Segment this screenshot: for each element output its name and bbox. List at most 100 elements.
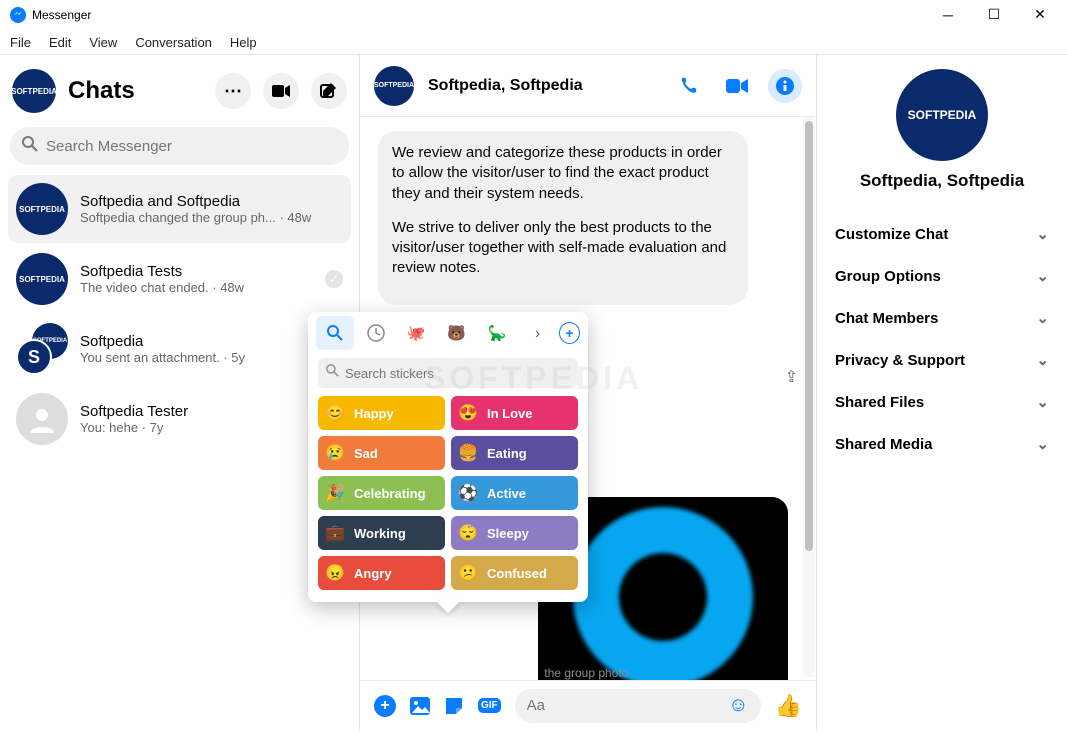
sticker-category[interactable]: 😕Confused — [451, 556, 578, 590]
new-message-button[interactable] — [311, 73, 347, 109]
search-input[interactable] — [46, 138, 337, 155]
photo-button[interactable] — [410, 697, 430, 715]
chat-name: Softpedia and Softpedia — [80, 193, 343, 210]
message-text: We strive to deliver only the best produ… — [392, 218, 734, 279]
add-attachment-button[interactable]: + — [374, 695, 396, 717]
chat-list: SOFTPEDIA Softpedia and Softpedia Softpe… — [8, 175, 351, 453]
chat-item[interactable]: SOFTPEDIA Softpedia Tests The video chat… — [8, 245, 351, 313]
conversation-info-button[interactable] — [768, 69, 802, 103]
sticker-search-input[interactable] — [345, 366, 570, 381]
profile-avatar[interactable]: SOFTPEDIA — [12, 69, 56, 113]
menu-bar: File Edit View Conversation Help — [0, 30, 1067, 54]
more-options-button[interactable]: ⋯ — [215, 73, 251, 109]
emoji-button[interactable]: ☺ — [728, 694, 748, 717]
sidebar: SOFTPEDIA Chats ⋯ SOFTPEDIA Softpedia an… — [0, 55, 360, 730]
sticker-category[interactable]: 😴Sleepy — [451, 516, 578, 550]
chevron-down-icon: ⌄ — [1036, 351, 1049, 369]
message-input-wrap[interactable]: ☺ — [515, 689, 761, 723]
chevron-down-icon: ⌄ — [1036, 267, 1049, 285]
sticker-category[interactable]: 😊Happy — [318, 396, 445, 430]
info-title: Softpedia, Softpedia — [860, 171, 1024, 191]
chat-avatar — [16, 393, 68, 445]
sticker-button[interactable] — [444, 696, 464, 716]
chevron-down-icon: ⌄ — [1036, 435, 1049, 453]
accordion-shared-files[interactable]: Shared Files⌄ — [823, 381, 1061, 423]
info-avatar: SOFTPEDIA — [896, 69, 988, 161]
chat-avatar: SOFTPEDIA — [16, 183, 68, 235]
messenger-icon — [10, 7, 26, 23]
chat-name: Softpedia Tester — [80, 403, 343, 420]
message-input[interactable] — [527, 697, 729, 714]
accordion-privacy-support[interactable]: Privacy & Support⌄ — [823, 339, 1061, 381]
menu-edit[interactable]: Edit — [49, 35, 71, 50]
sticker-search[interactable] — [318, 358, 578, 388]
chat-name: Softpedia Tests — [80, 263, 313, 280]
chats-heading: Chats — [68, 77, 135, 105]
menu-conversation[interactable]: Conversation — [135, 35, 212, 50]
share-icon[interactable]: ⇪ — [785, 367, 798, 389]
sticker-add-pack[interactable]: + — [559, 322, 580, 344]
chevron-down-icon: ⌄ — [1036, 225, 1049, 243]
chevron-down-icon: ⌄ — [1036, 393, 1049, 411]
accordion-shared-media[interactable]: Shared Media⌄ — [823, 423, 1061, 465]
chat-name: Softpedia — [80, 333, 343, 350]
sticker-category[interactable]: 😢Sad — [318, 436, 445, 470]
scrollbar-thumb[interactable] — [805, 121, 813, 551]
composer: + GIF ☺ 👍 — [360, 680, 816, 730]
chat-preview: You sent an attachment. · 5y — [80, 350, 343, 365]
accordion-customize-chat[interactable]: Customize Chat⌄ — [823, 213, 1061, 255]
info-panel: SOFTPEDIA Softpedia, Softpedia Customize… — [817, 55, 1067, 730]
new-video-call-button[interactable] — [263, 73, 299, 109]
menu-help[interactable]: Help — [230, 35, 257, 50]
sticker-tab-search[interactable] — [316, 316, 354, 350]
sticker-category[interactable]: ⚽Active — [451, 476, 578, 510]
conversation-header: SOFTPEDIA Softpedia, Softpedia — [360, 55, 816, 117]
chat-preview: The video chat ended. · 48w — [80, 280, 313, 295]
message-text: We review and categorize these products … — [392, 143, 734, 204]
search-icon — [22, 136, 38, 157]
window-maximize[interactable]: ☐ — [971, 0, 1017, 30]
check-badge-icon: ✓ — [325, 270, 343, 288]
menu-view[interactable]: View — [89, 35, 117, 50]
sticker-category[interactable]: 😍In Love — [451, 396, 578, 430]
search-icon — [326, 364, 339, 382]
sticker-picker: 🐙 🐻 🦕 › + 😊Happy😍In Love😢Sad🍔Eating🎉Cele… — [308, 312, 588, 602]
message-bubble: We review and categorize these products … — [378, 131, 748, 305]
window-close[interactable]: ✕ — [1017, 0, 1063, 30]
chat-avatar: SOFTPEDIA — [16, 253, 68, 305]
sticker-tab-pack3[interactable]: 🦕 — [478, 316, 516, 350]
sticker-category[interactable]: 💼Working — [318, 516, 445, 550]
conversation-avatar: SOFTPEDIA — [374, 66, 414, 106]
accordion-group-options[interactable]: Group Options⌄ — [823, 255, 1061, 297]
search-messenger[interactable] — [10, 127, 349, 165]
chat-item[interactable]: SOFTPEDIA Softpedia and Softpedia Softpe… — [8, 175, 351, 243]
chat-item[interactable]: Softpedia Tester You: hehe · 7y — [8, 385, 351, 453]
sticker-category[interactable]: 😠Angry — [318, 556, 445, 590]
menu-file[interactable]: File — [10, 35, 31, 50]
info-accordion: Customize Chat⌄ Group Options⌄ Chat Memb… — [823, 213, 1061, 465]
sticker-category[interactable]: 🎉Celebrating — [318, 476, 445, 510]
sticker-tab-pack1[interactable]: 🐙 — [397, 316, 435, 350]
sticker-category-grid: 😊Happy😍In Love😢Sad🍔Eating🎉Celebrating⚽Ac… — [308, 396, 588, 602]
sticker-tab-pack2[interactable]: 🐻 — [437, 316, 475, 350]
sticker-tabs: 🐙 🐻 🦕 › + — [308, 312, 588, 354]
window-titlebar: Messenger ─ ☐ ✕ — [0, 0, 1067, 30]
window-title: Messenger — [32, 8, 91, 22]
voice-call-button[interactable] — [672, 69, 706, 103]
chat-preview: Softpedia changed the group ph... · 48w — [80, 210, 343, 225]
window-minimize[interactable]: ─ — [925, 0, 971, 30]
chat-avatar: SOFTPEDIA S — [16, 323, 68, 375]
chevron-down-icon: ⌄ — [1036, 309, 1049, 327]
video-call-button[interactable] — [720, 69, 754, 103]
chat-item[interactable]: SOFTPEDIA S Softpedia You sent an attach… — [8, 315, 351, 383]
accordion-chat-members[interactable]: Chat Members⌄ — [823, 297, 1061, 339]
like-button[interactable]: 👍 — [775, 693, 802, 719]
sticker-tab-recent[interactable] — [356, 316, 394, 350]
conversation-title: Softpedia, Softpedia — [428, 77, 583, 95]
chat-preview: You: hehe · 7y — [80, 420, 343, 435]
scrollbar[interactable] — [803, 117, 815, 677]
sticker-tab-next[interactable]: › — [518, 316, 556, 350]
sticker-category[interactable]: 🍔Eating — [451, 436, 578, 470]
system-note: the group photo. — [360, 666, 816, 680]
gif-button[interactable]: GIF — [478, 698, 501, 713]
